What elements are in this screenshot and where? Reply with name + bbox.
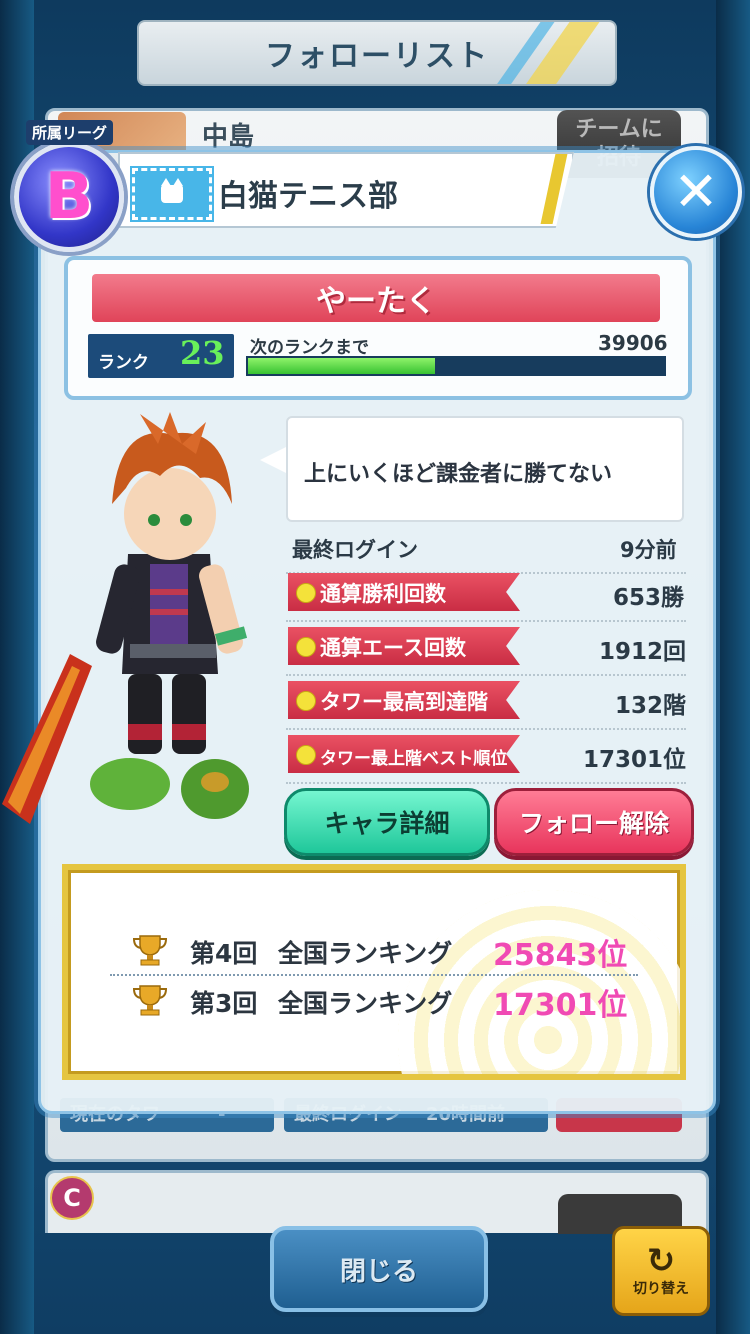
unfollow-label: フォロー解除 — [518, 809, 669, 838]
left-eye — [148, 514, 160, 526]
last-login-label: 最終ログイン — [292, 538, 418, 562]
right-eye — [180, 514, 192, 526]
player-name: やーたく — [316, 284, 436, 319]
right-leg — [172, 674, 206, 754]
total-wins-label: 通算勝利回数 — [320, 582, 446, 606]
tower-best-rank-value: 17301位 — [583, 747, 687, 773]
page-title-bar: フォローリスト — [137, 20, 617, 86]
page-title: フォローリスト — [265, 39, 489, 74]
sword-edge — [8, 666, 80, 814]
total-wins-value: 653勝 — [613, 585, 685, 611]
trophy-icon — [132, 935, 168, 966]
league-label: 所属リーグ — [26, 120, 114, 145]
character-detail-label: キャラ詳細 — [324, 809, 450, 838]
left-shoe — [90, 758, 170, 810]
ranking-position: 17301位 — [493, 988, 628, 1023]
character-illustration — [2, 412, 249, 824]
belt — [130, 644, 216, 658]
ranking-round: 第4回 — [190, 939, 258, 968]
tennis-ball-icon — [296, 583, 316, 603]
tower-best-rank-label: タワー最上階ベスト順位 — [320, 749, 508, 769]
right-shoe-jewel — [201, 772, 229, 792]
team-name: 白猫テニス部 — [218, 179, 398, 214]
ranking-title: 全国ランキング — [278, 939, 453, 968]
unfollow-button[interactable]: フォロー解除 — [494, 788, 694, 856]
xp-progress-fill — [248, 358, 435, 374]
rotate-icon: ↻ — [646, 1241, 676, 1281]
last-login-value: 9分前 — [620, 538, 677, 562]
tennis-ball-icon — [296, 745, 316, 765]
player-name-bar: やーたく — [92, 274, 660, 322]
close-icon: ✕ — [673, 160, 719, 223]
close-button[interactable]: 閉じる — [270, 1226, 488, 1312]
rankings-divider — [110, 974, 638, 976]
cat-icon — [161, 178, 183, 203]
tower-max-floor-value: 132階 — [615, 693, 687, 719]
switch-button[interactable]: ↻ 切り替え — [612, 1226, 710, 1316]
team-flag — [130, 166, 214, 222]
close-modal-button[interactable]: ✕ — [650, 146, 742, 238]
ranking-round: 第3回 — [190, 989, 258, 1018]
right-leg-band — [172, 724, 206, 740]
ranking-position: 25843位 — [493, 938, 628, 973]
left-leg-band — [128, 724, 162, 740]
tennis-ball-icon — [296, 691, 316, 711]
shirt-stripe-2 — [150, 609, 188, 615]
player-comment: 上にいくほど課金者に勝てない — [304, 462, 613, 487]
left-leg — [128, 674, 162, 754]
speech-bubble-tail — [260, 446, 288, 474]
ranking-title: 全国ランキング — [278, 989, 453, 1018]
character-detail-button[interactable]: キャラ詳細 — [284, 788, 490, 856]
rank-value: 23 — [180, 334, 225, 372]
shirt-stripe-1 — [150, 589, 188, 595]
switch-button-label: 切り替え — [633, 1281, 689, 1297]
face — [124, 468, 216, 560]
total-aces-value: 1912回 — [599, 639, 687, 665]
tennis-ball-icon — [296, 637, 316, 657]
rank-label: ランク — [98, 353, 149, 373]
league-letter: B — [44, 160, 94, 234]
league-c-badge: C — [50, 1176, 94, 1220]
tower-max-floor-label: タワー最高到達階 — [320, 690, 488, 714]
next-rank-value: 39906 — [598, 331, 668, 355]
next-rank-label: 次のランクまで — [250, 338, 369, 358]
league-badge: B — [14, 142, 124, 252]
close-button-label: 閉じる — [339, 1256, 418, 1287]
trophy-icon — [132, 985, 168, 1016]
background-player-name: 中島 — [202, 122, 255, 152]
total-aces-label: 通算エース回数 — [320, 636, 466, 660]
